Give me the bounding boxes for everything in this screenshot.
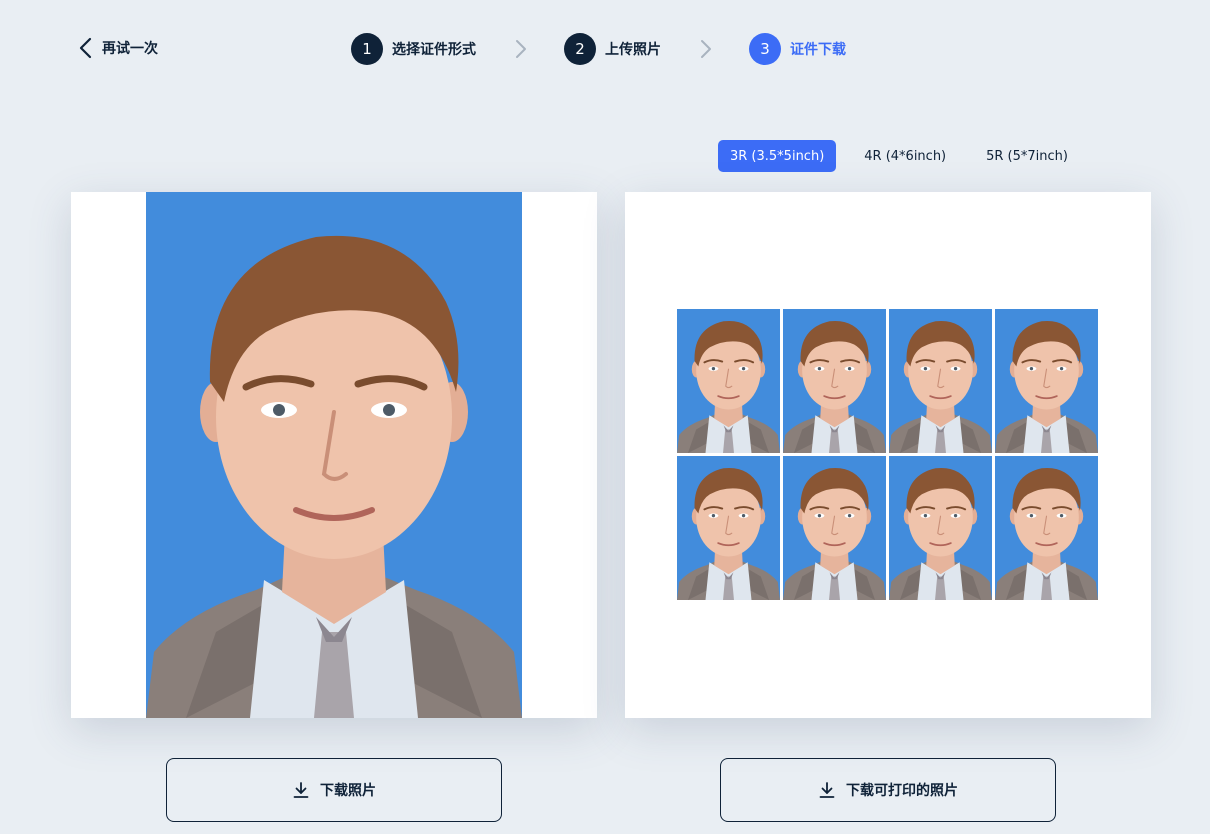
stepper: 1 选择证件形式 2 上传照片 3 证件下载	[351, 33, 846, 65]
download-icon	[293, 782, 309, 798]
chevron-left-icon	[79, 37, 92, 59]
chevron-right-icon	[516, 40, 526, 58]
id-photo	[146, 192, 522, 718]
step-label: 证件下载	[790, 42, 846, 58]
sheet-photo	[783, 456, 886, 600]
print-sheet-card	[625, 192, 1151, 718]
size-option-3r[interactable]: 3R (3.5*5inch)	[718, 140, 837, 172]
size-option-4r[interactable]: 4R (4*6inch)	[852, 140, 958, 172]
print-sheet-grid	[677, 309, 1099, 601]
sheet-photo	[677, 309, 780, 453]
sheet-photo	[995, 456, 1098, 600]
step-download: 3 证件下载	[749, 33, 846, 65]
download-printable-label: 下载可打印的照片	[846, 783, 958, 799]
download-printable-button[interactable]: 下载可打印的照片	[720, 758, 1056, 822]
retry-label: 再试一次	[102, 41, 158, 57]
download-photo-label: 下载照片	[320, 783, 376, 799]
step-number: 3	[749, 33, 781, 65]
sheet-photo	[783, 309, 886, 453]
download-photo-button[interactable]: 下载照片	[166, 758, 502, 822]
step-number: 2	[564, 33, 596, 65]
sheet-photo	[889, 309, 992, 453]
photo-preview-card	[71, 192, 597, 718]
step-label: 选择证件形式	[392, 42, 476, 58]
sheet-photo	[677, 456, 780, 600]
sheet-photo	[995, 309, 1098, 453]
sheet-photo	[889, 456, 992, 600]
step-upload-photo: 2 上传照片	[564, 33, 661, 65]
size-option-5r[interactable]: 5R (5*7inch)	[974, 140, 1080, 172]
step-number: 1	[351, 33, 383, 65]
step-select-format: 1 选择证件形式	[351, 33, 476, 65]
chevron-right-icon	[701, 40, 711, 58]
retry-back-link[interactable]: 再试一次	[78, 36, 158, 60]
step-label: 上传照片	[605, 42, 661, 58]
portrait-image	[146, 192, 522, 718]
download-icon	[819, 782, 835, 798]
print-size-selector: 3R (3.5*5inch) 4R (4*6inch) 5R (5*7inch)	[718, 140, 1096, 172]
